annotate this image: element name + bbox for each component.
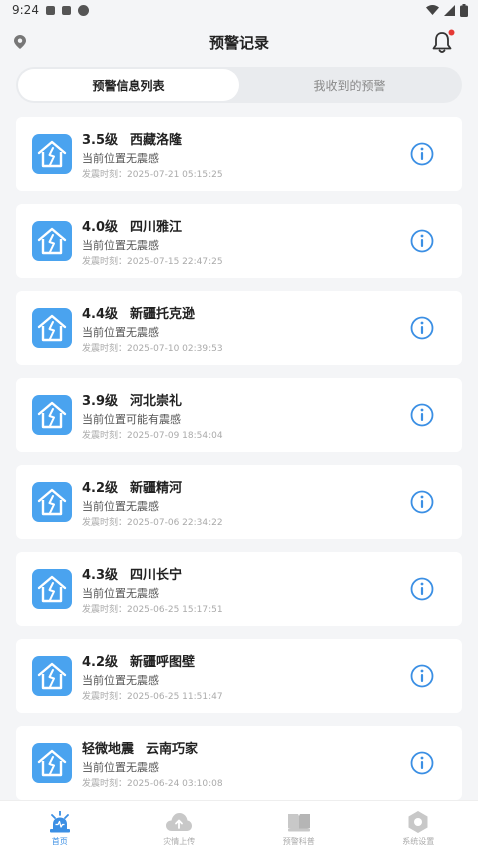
record-magnitude: 4.2级	[82, 655, 119, 670]
info-icon[interactable]	[410, 490, 434, 518]
record-location: 西藏洛隆	[130, 133, 183, 148]
app-notification-icon	[61, 5, 71, 15]
info-icon[interactable]	[410, 403, 434, 431]
gear-icon	[408, 811, 428, 833]
info-icon[interactable]	[410, 229, 434, 257]
signal-icon	[444, 4, 455, 16]
info-icon[interactable]	[410, 577, 434, 605]
alert-record-card[interactable]: 4.0级 四川雅江当前位置无震感发震时刻：2025-07-15 22:47:25	[16, 204, 462, 278]
nav-science[interactable]: 预警科普	[239, 801, 359, 850]
record-feel-status: 当前位置无震感	[82, 761, 159, 774]
record-feel-status: 当前位置无震感	[82, 239, 159, 252]
info-icon[interactable]	[410, 751, 434, 779]
cloud-upload-icon	[166, 813, 193, 831]
alert-record-card[interactable]: 4.4级 新疆托克逊当前位置无震感发震时刻：2025-07-10 02:39:53	[16, 291, 462, 365]
record-location: 新疆呼图壁	[130, 655, 196, 670]
record-feel-status: 当前位置无震感	[82, 674, 159, 687]
earthquake-house-icon	[32, 395, 72, 435]
earthquake-house-icon	[32, 308, 72, 348]
record-location: 新疆托克逊	[130, 307, 196, 322]
page-title: 预警记录	[208, 33, 269, 52]
alert-record-card[interactable]: 轻微地震 云南巧家当前位置无震感发震时刻：2025-06-24 03:10:08	[16, 726, 462, 800]
notification-dot	[448, 29, 455, 36]
record-feel-status: 当前位置无震感	[82, 326, 159, 339]
tab-switcher: 预警信息列表 我收到的预警	[16, 67, 462, 103]
record-magnitude: 4.0级	[82, 220, 119, 235]
alert-record-card[interactable]: 3.5级 西藏洛隆当前位置无震感发震时刻：2025-07-21 05:15:25	[16, 117, 462, 191]
record-time: 发震时刻：2025-07-15 22:47:25	[82, 257, 223, 267]
bottom-navigation: 首页 灾情上传 预警科普 系统设置	[0, 800, 478, 850]
battery-icon	[460, 3, 468, 17]
nav-home-label: 首页	[51, 837, 68, 846]
record-feel-status: 当前位置无震感	[82, 152, 159, 165]
image-notification-icon	[45, 5, 55, 15]
tab-alert-list[interactable]: 预警信息列表	[18, 69, 239, 101]
record-magnitude: 4.3级	[82, 568, 119, 583]
nav-settings[interactable]: 系统设置	[359, 801, 478, 850]
record-notification-icon	[77, 4, 89, 16]
record-location: 新疆精河	[130, 481, 183, 496]
record-magnitude: 4.4级	[82, 307, 119, 322]
record-time: 发震时刻：2025-06-25 11:51:47	[82, 692, 223, 702]
alert-record-card[interactable]: 3.9级 河北崇礼当前位置可能有震感发震时刻：2025-07-09 18:54:0…	[16, 378, 462, 452]
record-time: 发震时刻：2025-06-25 15:17:51	[82, 605, 223, 615]
earthquake-house-icon	[32, 743, 72, 783]
record-magnitude: 4.2级	[82, 481, 119, 496]
record-feel-status: 当前位置可能有震感	[82, 413, 181, 426]
notification-bell-icon[interactable]	[430, 29, 456, 59]
record-time: 发震时刻：2025-07-10 02:39:53	[82, 344, 223, 354]
record-feel-status: 当前位置无震感	[82, 587, 159, 600]
alert-record-card[interactable]: 4.2级 新疆呼图壁当前位置无震感发震时刻：2025-06-25 11:51:47	[16, 639, 462, 713]
info-icon[interactable]	[410, 664, 434, 692]
nav-disaster-upload[interactable]: 灾情上传	[120, 801, 240, 850]
earthquake-house-icon	[32, 482, 72, 522]
record-location: 四川雅江	[130, 220, 183, 235]
nav-disaster-upload-label: 灾情上传	[163, 837, 196, 846]
nav-science-label: 预警科普	[282, 837, 315, 846]
alert-record-card[interactable]: 4.2级 新疆精河当前位置无震感发震时刻：2025-07-06 22:34:22	[16, 465, 462, 539]
app-header: 预警记录	[0, 22, 478, 62]
record-time: 发震时刻：2025-07-21 05:15:25	[82, 170, 223, 180]
info-icon[interactable]	[410, 316, 434, 344]
alarm-icon	[49, 811, 70, 833]
record-magnitude: 3.9级	[82, 394, 119, 409]
wifi-icon	[426, 4, 439, 15]
record-time: 发震时刻：2025-06-24 03:10:08	[82, 779, 223, 789]
info-icon[interactable]	[410, 142, 434, 170]
nav-home[interactable]: 首页	[0, 801, 120, 850]
earthquake-house-icon	[32, 569, 72, 609]
alert-record-card[interactable]: 4.3级 四川长宁当前位置无震感发震时刻：2025-06-25 15:17:51	[16, 552, 462, 626]
alert-record-list: 3.5级 西藏洛隆 当前位置无震感 发震时刻：2025-07-21 05:15:25 4…	[16, 117, 462, 813]
status-bar: 9:24	[0, 0, 478, 20]
status-time: 9:24	[12, 3, 39, 17]
record-feel-status: 当前位置无震感	[82, 500, 159, 513]
earthquake-house-icon	[32, 134, 72, 174]
nav-settings-label: 系统设置	[402, 837, 435, 846]
earthquake-house-icon	[32, 221, 72, 261]
location-pin-icon[interactable]	[14, 34, 26, 53]
record-location: 云南巧家	[146, 742, 199, 757]
record-location: 河北崇礼	[130, 394, 183, 409]
record-location: 四川长宁	[130, 568, 183, 583]
record-magnitude: 轻微地震	[82, 742, 135, 757]
record-time: 发震时刻：2025-07-09 18:54:04	[82, 431, 223, 441]
tab-received-alerts[interactable]: 我收到的预警	[239, 69, 460, 101]
book-icon	[287, 814, 310, 832]
record-magnitude: 3.5级	[82, 133, 119, 148]
earthquake-house-icon	[32, 656, 72, 696]
record-time: 发震时刻：2025-07-06 22:34:22	[82, 518, 223, 528]
